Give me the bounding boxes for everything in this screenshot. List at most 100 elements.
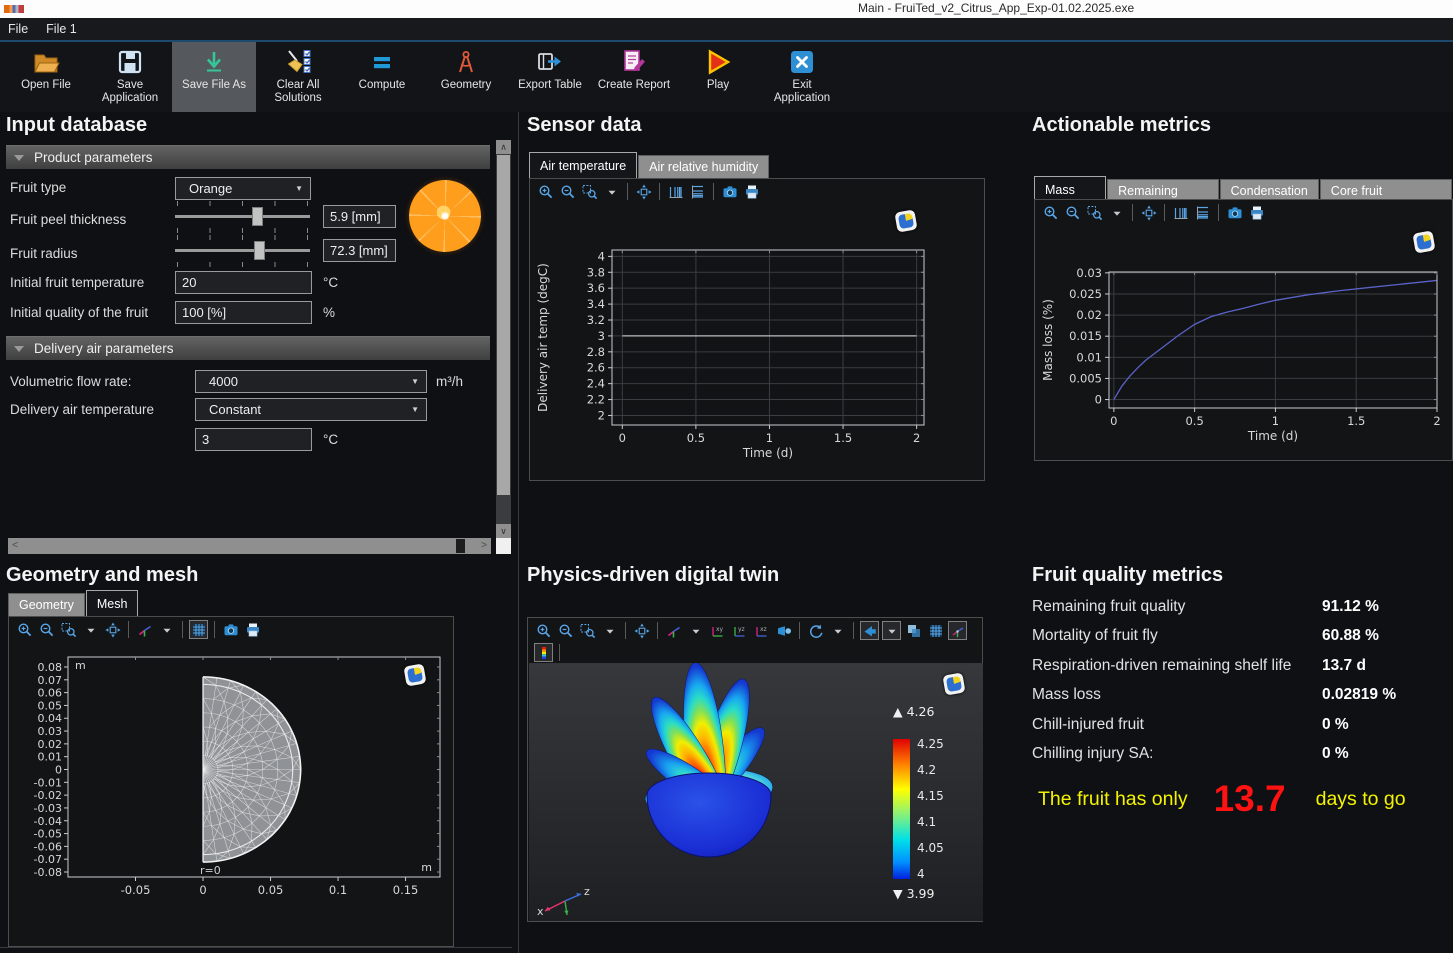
- view-xz-icon[interactable]: xz: [752, 621, 771, 640]
- product-parameters-header[interactable]: Product parameters: [6, 145, 490, 169]
- vertical-scrollbar-thumb[interactable]: [497, 155, 510, 495]
- menu-item-file-1[interactable]: File 1: [46, 22, 77, 36]
- zoom-out-icon[interactable]: [558, 182, 577, 201]
- save-application-button[interactable]: Save Application: [88, 42, 172, 112]
- export-table-button[interactable]: Export Table: [508, 42, 592, 112]
- svg-text:-0.05: -0.05: [34, 828, 62, 841]
- fruit-radius-slider-thumb[interactable]: [254, 241, 265, 260]
- zoom-in-icon[interactable]: [15, 620, 34, 639]
- fit-icon[interactable]: [103, 620, 122, 639]
- horizontal-scrollbar[interactable]: < >: [8, 538, 491, 554]
- fruit-radius-slider[interactable]: [175, 240, 310, 261]
- svg-text:0.02: 0.02: [38, 738, 63, 751]
- dropdown-icon[interactable]: [157, 620, 176, 639]
- horizontal-scrollbar-thumb[interactable]: [456, 539, 465, 553]
- dropdown-icon[interactable]: [600, 621, 619, 640]
- dropdown-icon[interactable]: [882, 621, 901, 640]
- transparency-icon[interactable]: [904, 621, 923, 640]
- volumetric-flow-rate-dropdown[interactable]: 4000 ▼: [195, 370, 427, 393]
- warning-days-number: 13.7: [1214, 778, 1286, 820]
- toolbar-separator: [1132, 204, 1133, 221]
- menu-item-file[interactable]: File: [8, 22, 28, 36]
- perspective-icon[interactable]: [774, 621, 793, 640]
- y-log-scale-icon[interactable]: [1193, 203, 1212, 222]
- zoom-box-icon[interactable]: [59, 620, 78, 639]
- play-button[interactable]: Play: [676, 42, 760, 112]
- create-report-button[interactable]: Create Report: [592, 42, 676, 112]
- axes-box-icon[interactable]: [948, 621, 967, 640]
- title-bar: Main - FruiTed_v2_Citrus_App_Exp-01.02.2…: [0, 0, 1453, 18]
- y-log-scale-icon[interactable]: [688, 182, 707, 201]
- digital-twin-3d-view[interactable]: ▲ 4.264.254.24.154.14.054▼ 3.99xyz: [529, 663, 983, 926]
- x-log-scale-icon[interactable]: [666, 182, 685, 201]
- dropdown-icon[interactable]: [602, 182, 621, 201]
- zoom-out-icon[interactable]: [1063, 203, 1082, 222]
- initial-fruit-temperature-input[interactable]: [175, 271, 312, 294]
- fruit-quality-row: Chilling injury SA:0 %: [1032, 740, 1452, 770]
- delivery-air-temperature-input[interactable]: [195, 428, 312, 451]
- rotate-icon[interactable]: [806, 621, 825, 640]
- dropdown-icon[interactable]: [828, 621, 847, 640]
- dropdown-icon[interactable]: [81, 620, 100, 639]
- view-xy-icon[interactable]: xy: [708, 621, 727, 640]
- fit-icon[interactable]: [632, 621, 651, 640]
- compute-button[interactable]: Compute: [340, 42, 424, 112]
- zoom-box-icon[interactable]: [580, 182, 599, 201]
- dropdown-icon[interactable]: [686, 621, 705, 640]
- zoom-in-icon[interactable]: [534, 621, 553, 640]
- exit-application-button[interactable]: Exit Application: [760, 42, 844, 112]
- print-icon[interactable]: [1247, 203, 1266, 222]
- x-log-scale-icon[interactable]: [1171, 203, 1190, 222]
- zoom-box-icon[interactable]: [578, 621, 597, 640]
- view-yz-icon[interactable]: yz: [730, 621, 749, 640]
- chevron-down-icon: ▼: [411, 377, 419, 386]
- axis-triad-icon[interactable]: [135, 620, 154, 639]
- svg-text:0.5: 0.5: [1185, 414, 1203, 428]
- grid-icon[interactable]: [189, 620, 208, 639]
- camera-icon[interactable]: [221, 620, 240, 639]
- geometry-mesh-tab-geometry[interactable]: Geometry: [8, 593, 85, 616]
- fit-icon[interactable]: [634, 182, 653, 201]
- fruit-radius-value[interactable]: 72.3 [mm]: [323, 239, 396, 262]
- svg-text:0.05: 0.05: [38, 699, 63, 712]
- delivery-air-parameters-header[interactable]: Delivery air parameters: [6, 336, 490, 360]
- fruit-peel-thickness-slider-thumb[interactable]: [252, 207, 263, 226]
- svg-text:-0.07: -0.07: [34, 853, 62, 866]
- scroll-up-icon[interactable]: ∧: [496, 140, 511, 154]
- scene-light-icon[interactable]: [860, 621, 879, 640]
- zoom-box-icon[interactable]: [1085, 203, 1104, 222]
- fruit-peel-thickness-slider[interactable]: [175, 206, 310, 227]
- fruit-peel-thickness-value[interactable]: 5.9 [mm]: [323, 205, 396, 228]
- grid-icon[interactable]: [926, 621, 945, 640]
- legend-icon[interactable]: [534, 643, 553, 662]
- sensor-tab-air-temperature[interactable]: Air temperature: [529, 152, 637, 178]
- delivery-air-temperature-dropdown[interactable]: Constant ▼: [195, 398, 427, 421]
- vertical-scrollbar[interactable]: ∧ ∨: [496, 140, 511, 538]
- fruit-type-dropdown[interactable]: Orange ▼: [175, 177, 311, 200]
- axis-triad-icon[interactable]: [664, 621, 683, 640]
- print-icon[interactable]: [742, 182, 761, 201]
- save-file-as-button[interactable]: Save File As: [172, 42, 256, 112]
- toolbar-separator: [625, 622, 626, 639]
- dropdown-icon[interactable]: [1107, 203, 1126, 222]
- print-icon[interactable]: [243, 620, 262, 639]
- zoom-out-icon[interactable]: [37, 620, 56, 639]
- scroll-down-icon[interactable]: ∨: [496, 524, 511, 538]
- open-file-button[interactable]: Open File: [4, 42, 88, 112]
- fit-icon[interactable]: [1139, 203, 1158, 222]
- camera-icon[interactable]: [1225, 203, 1244, 222]
- geometry-mesh-tab-mesh[interactable]: Mesh: [86, 590, 139, 616]
- clear-all-solutions-button[interactable]: Clear All Solutions: [256, 42, 340, 112]
- scroll-right-icon[interactable]: >: [477, 538, 491, 554]
- zoom-out-icon[interactable]: [556, 621, 575, 640]
- camera-icon[interactable]: [720, 182, 739, 201]
- zoom-in-icon[interactable]: [1041, 203, 1060, 222]
- svg-text:xy: xy: [716, 626, 724, 633]
- triad-z-label: z: [584, 885, 590, 898]
- scroll-left-icon[interactable]: <: [8, 538, 22, 554]
- zoom-in-icon[interactable]: [536, 182, 555, 201]
- initial-quality-input[interactable]: [175, 301, 312, 324]
- mesh-plot-panel: -0.0500.050.10.150.080.070.060.050.040.0…: [8, 616, 454, 947]
- geometry-button[interactable]: Geometry: [424, 42, 508, 112]
- sensor-tab-air-relative-humidity[interactable]: Air relative humidity: [638, 155, 769, 178]
